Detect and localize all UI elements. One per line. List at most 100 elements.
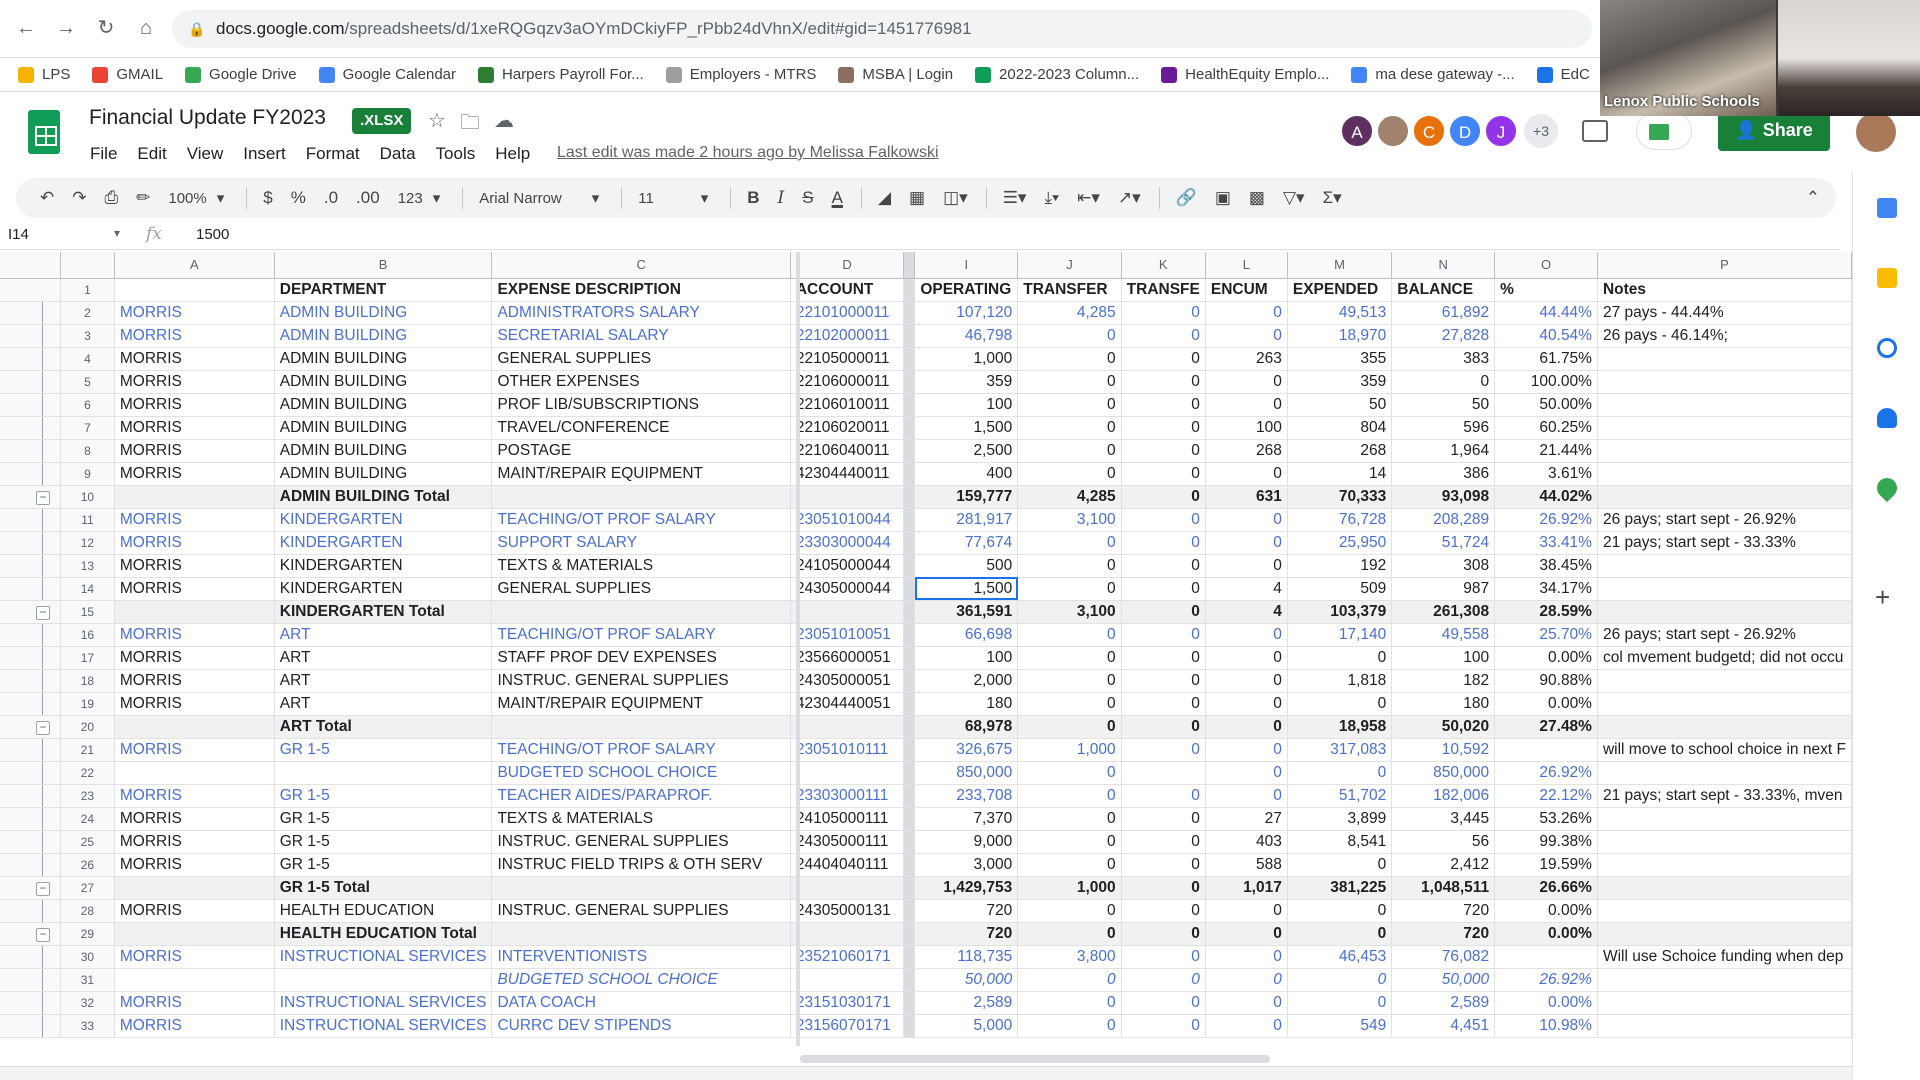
cell[interactable]: 99.38% — [1494, 830, 1598, 854]
cell[interactable]: 0 — [1205, 508, 1288, 532]
cell[interactable]: MORRIS — [114, 416, 275, 440]
cell[interactable]: 0 — [1121, 554, 1206, 578]
tasks-icon[interactable] — [1877, 338, 1897, 358]
cell[interactable]: 0 — [1017, 462, 1122, 486]
cell[interactable]: 42304440051 — [790, 692, 905, 716]
bookmark-item[interactable]: Harpers Payroll For... — [478, 66, 644, 83]
cell[interactable]: MORRIS — [114, 899, 275, 923]
cell[interactable]: 0 — [1121, 347, 1206, 371]
cell[interactable]: 0 — [1205, 1014, 1288, 1038]
column-header-l[interactable]: L — [1205, 252, 1288, 279]
forward-arrow-icon[interactable]: → — [52, 14, 80, 42]
cell[interactable]: 49,558 — [1391, 623, 1496, 647]
cell[interactable]: ART Total — [274, 715, 493, 739]
undo-icon[interactable]: ↶ — [40, 188, 54, 208]
collapse-group-icon[interactable]: − — [36, 605, 50, 620]
cell[interactable]: ACCOUNT — [790, 278, 905, 302]
cell[interactable]: 25.70% — [1494, 623, 1598, 647]
cell[interactable]: 182,006 — [1391, 784, 1496, 808]
cell[interactable] — [1597, 968, 1852, 992]
cell[interactable] — [114, 278, 275, 302]
cell[interactable]: 24305000051 — [790, 669, 905, 693]
cell[interactable]: 100 — [914, 646, 1019, 670]
cell[interactable]: 804 — [1287, 416, 1393, 440]
cell[interactable]: 0 — [1121, 416, 1206, 440]
cell[interactable]: 0 — [1205, 623, 1288, 647]
text-rotation-icon[interactable]: ↗▾ — [1118, 188, 1141, 208]
row-number[interactable]: 5 — [60, 370, 115, 394]
cell[interactable]: EXPENDED — [1287, 278, 1393, 302]
cell[interactable]: 0 — [1205, 945, 1288, 969]
cell[interactable]: 268 — [1205, 439, 1288, 463]
row-number[interactable]: 31 — [60, 968, 115, 992]
cell[interactable]: 0 — [1017, 899, 1122, 923]
cell[interactable]: 0 — [1017, 853, 1122, 877]
row-number[interactable]: 11 — [60, 508, 115, 532]
cell[interactable]: 0 — [1121, 577, 1206, 601]
cell[interactable]: 0 — [1017, 761, 1122, 785]
keep-icon[interactable] — [1877, 268, 1897, 288]
cell[interactable]: 22106000011 — [790, 370, 905, 394]
cell[interactable]: OPERATING — [914, 278, 1019, 302]
cell[interactable]: 0 — [1017, 715, 1122, 739]
cell[interactable]: 0 — [1017, 439, 1122, 463]
cell[interactable]: ADMIN BUILDING — [274, 462, 493, 486]
cell[interactable]: 18,970 — [1287, 324, 1393, 348]
name-box[interactable]: I14 ▾ — [8, 226, 120, 243]
row-number[interactable]: 25 — [60, 830, 115, 854]
cell[interactable]: MORRIS — [114, 393, 275, 417]
cell[interactable]: 22101000011 — [790, 301, 905, 325]
cell[interactable]: 0 — [1121, 876, 1206, 900]
cell[interactable]: 14 — [1287, 462, 1393, 486]
cell[interactable]: 2,500 — [914, 439, 1019, 463]
row-number[interactable]: 16 — [60, 623, 115, 647]
cell[interactable]: 61,892 — [1391, 301, 1496, 325]
number-format-select[interactable]: 123 ▾ — [398, 189, 441, 208]
cell[interactable]: 0 — [1121, 439, 1206, 463]
row-number[interactable]: 9 — [60, 462, 115, 486]
cell[interactable]: 261,308 — [1391, 600, 1496, 624]
cell[interactable]: 50,000 — [914, 968, 1019, 992]
cell[interactable]: 281,917 — [914, 508, 1019, 532]
cell[interactable]: 17,140 — [1287, 623, 1393, 647]
cell[interactable]: 107,120 — [914, 301, 1019, 325]
cell[interactable]: 208,289 — [1391, 508, 1496, 532]
cell[interactable]: 25,950 — [1287, 531, 1393, 555]
row-number[interactable]: 32 — [60, 991, 115, 1015]
cell[interactable]: PROF LIB/SUBSCRIPTIONS — [491, 393, 791, 417]
cell[interactable]: 0 — [1017, 416, 1122, 440]
cell[interactable]: 51,724 — [1391, 531, 1496, 555]
cell[interactable]: 22106040011 — [790, 439, 905, 463]
cell[interactable]: 0 — [1205, 324, 1288, 348]
column-header-a[interactable]: A — [114, 252, 275, 279]
reload-icon[interactable]: ↻ — [92, 14, 120, 42]
cell[interactable]: 22.12% — [1494, 784, 1598, 808]
cell[interactable]: ART — [274, 669, 493, 693]
cell[interactable]: TRAVEL/CONFERENCE — [491, 416, 791, 440]
cell[interactable] — [491, 876, 791, 900]
select-all-corner[interactable] — [60, 252, 115, 279]
cell[interactable]: 23151030171 — [790, 991, 905, 1015]
cell[interactable]: 386 — [1391, 462, 1496, 486]
cell[interactable]: 23566000051 — [790, 646, 905, 670]
cell[interactable]: MORRIS — [114, 324, 275, 348]
cell[interactable] — [1597, 485, 1852, 509]
cell[interactable]: MORRIS — [114, 623, 275, 647]
cell[interactable] — [1597, 439, 1852, 463]
cell[interactable]: 0.00% — [1494, 692, 1598, 716]
cell[interactable]: 0 — [1121, 853, 1206, 877]
cell[interactable]: 182 — [1391, 669, 1496, 693]
profile-avatar[interactable] — [1856, 112, 1896, 152]
cell[interactable]: GR 1-5 — [274, 830, 493, 854]
bookmark-item[interactable]: Employers - MTRS — [665, 66, 816, 83]
cell[interactable]: 0 — [1121, 324, 1206, 348]
cell[interactable]: 400 — [914, 462, 1019, 486]
cell[interactable]: 93,098 — [1391, 485, 1496, 509]
cell[interactable]: 56 — [1391, 830, 1496, 854]
cell[interactable] — [790, 922, 905, 946]
cell[interactable]: 40.54% — [1494, 324, 1598, 348]
cell[interactable]: TEACHING/OT PROF SALARY — [491, 508, 791, 532]
cell[interactable]: 1,000 — [1017, 876, 1122, 900]
column-header-c[interactable]: C — [491, 252, 791, 279]
cell[interactable]: TEACHING/OT PROF SALARY — [491, 738, 791, 762]
